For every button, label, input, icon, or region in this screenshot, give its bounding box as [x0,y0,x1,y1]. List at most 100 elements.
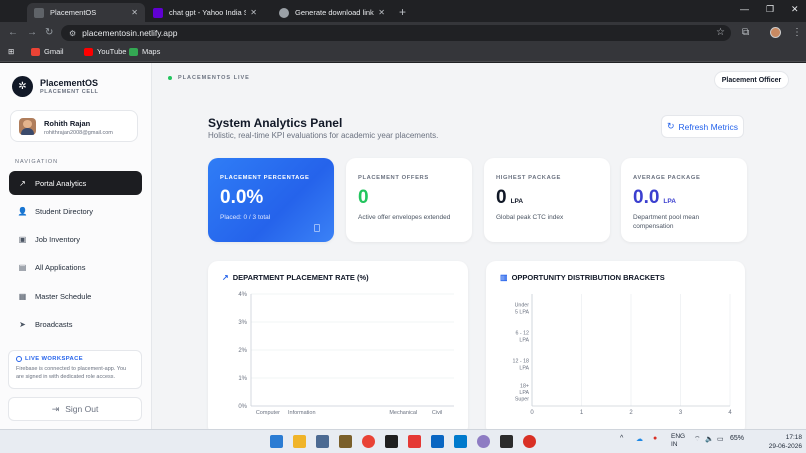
sidebar-item-portal-analytics[interactable]: ↗ Portal Analytics [9,171,142,195]
app-icon[interactable] [500,435,513,448]
youtube-icon [84,47,93,56]
y-tick-label: LPA [519,390,529,396]
y-tick-label: 1% [238,376,247,382]
tab-generate-link[interactable]: Generate download link ✕ [272,3,392,22]
gmail-icon [31,47,40,56]
sidebar-item-broadcasts[interactable]: ➤ Broadcasts [9,312,142,336]
sidebar-item-all-applications[interactable]: ▤ All Applications [9,255,142,279]
wps-icon[interactable] [408,435,421,448]
refresh-metrics-button[interactable]: ↻ Refresh Metrics [661,115,744,138]
user-card[interactable]: Rohith Rajan rohithrajan2008@gmail.com [10,110,138,142]
sidebar-item-job-inventory[interactable]: ▣ Job Inventory [9,227,142,251]
globe-icon [34,7,44,18]
profile-avatar[interactable] [770,27,781,38]
battery-percent: 65% [730,435,745,442]
os-taskbar: ^ ☁ ● ENG IN ⌔ 🔈 ▭ 65% 17:18 29-06-2026 [0,429,806,453]
minimize-icon[interactable]: — [740,4,749,14]
bookmark-maps[interactable]: Maps [129,47,160,56]
tab-label: PlacementOS [50,8,97,17]
file-explorer-icon[interactable] [293,435,306,448]
chevron-up-icon[interactable]: ^ [620,435,623,442]
onedrive-icon[interactable]: ☁ [636,435,643,443]
windows-start-icon[interactable] [270,435,283,448]
avatar [19,118,36,135]
browser-tab-bar: PlacementOS ✕ chat gpt - Yahoo India Sea… [0,0,806,22]
stat-label: HIGHEST PACKAGE [496,175,561,181]
workspace-title: LIVE WORKSPACE [25,356,83,362]
tab-label: Generate download link [295,8,374,17]
y-tick-label: 4% [238,292,247,298]
battery-icon[interactable]: ▭ [717,435,724,443]
wifi-icon[interactable]: ⌔ [694,435,701,444]
extensions-icon[interactable]: ⧉ [742,27,749,38]
lang-region: IN [671,441,678,448]
bookmarks-bar: ⊞ Gmail YouTube Maps [0,44,806,62]
back-icon[interactable]: ← [8,27,18,38]
briefcase-icon: ▣ [18,234,27,244]
close-icon[interactable]: ✕ [131,8,138,17]
apps-grid-icon[interactable]: ⊞ [8,47,14,56]
x-tick-label: Computer [256,410,280,416]
stat-unit: LPA [663,198,676,205]
close-window-icon[interactable]: ✕ [791,4,799,15]
word-icon[interactable] [339,435,352,448]
linkedin-icon[interactable] [431,435,444,448]
new-tab-icon[interactable]: + [399,5,406,19]
close-icon[interactable]: ✕ [250,8,257,17]
forward-icon[interactable]: → [27,27,37,38]
y-tick-label: 18+ [520,383,529,389]
globe-icon [279,7,289,18]
sticky-notes-icon[interactable] [385,435,398,448]
language-indicator[interactable]: ENG IN [671,433,685,449]
url-bar[interactable]: ⚙ placementosin.netlify.app [61,25,731,41]
trend-icon: ↗ [19,178,26,188]
stat-card-average-package: AVERAGE PACKAGE 0.0 LPA Department pool m… [621,158,747,242]
sidebar-item-student-directory[interactable]: 👤 Student Directory [9,199,142,223]
sidebar-item-label: All Applications [35,262,86,272]
stat-label: PLACEMENT OFFERS [358,175,429,181]
y-tick-label: 3% [238,320,247,326]
stat-label: PLACEMENT PERCENTAGE [220,175,310,181]
close-icon[interactable]: ✕ [378,8,385,17]
chrome-icon[interactable] [523,435,536,448]
tab-placementos[interactable]: PlacementOS ✕ [27,3,145,22]
bookmark-label: YouTube [97,47,127,56]
reload-icon[interactable]: ↻ [45,27,53,38]
clock-time: 17:18 [785,434,802,441]
stat-value: 0.0 [633,187,660,208]
menu-icon[interactable]: ⋮ [792,27,802,38]
bookmark-youtube[interactable]: YouTube [84,47,126,56]
bookmark-star-icon[interactable]: ☆ [716,27,725,38]
stat-value-row: 0 [358,187,460,209]
clock[interactable]: 17:18 29-06-2026 [756,433,802,451]
nav-heading: NAVIGATION [15,159,59,165]
stat-card-placement-offers: PLACEMENT OFFERS 0 Active offer envelope… [346,158,472,242]
stat-unit: LPA [510,198,524,205]
sidebar-item-master-schedule[interactable]: ▦ Master Schedule [9,284,142,308]
x-tick-label: 0 [530,410,534,416]
sign-out-button[interactable]: ⇥ Sign Out [8,397,142,421]
sidebar-item-label: Student Directory [35,206,93,216]
yahoo-icon [153,7,163,18]
chrome-icon[interactable] [362,435,375,448]
copilot-icon[interactable] [477,435,490,448]
stat-value-row: 0 LPA [496,187,598,209]
clipboard-icon [314,224,320,232]
bookmark-gmail[interactable]: Gmail [31,47,64,56]
x-tick-label: 3 [679,410,683,416]
page-subtitle: Holistic, real-time KPI evaluations for … [208,131,439,140]
restore-icon[interactable]: ❐ [766,4,774,15]
chrome-tray-icon[interactable]: ● [653,435,657,442]
volume-icon[interactable]: 🔈 [705,435,714,443]
bookmark-label: Gmail [44,47,64,56]
x-tick-label: Civil [432,410,442,416]
vscode-icon[interactable] [454,435,467,448]
sign-out-label: Sign Out [65,404,99,414]
tab-yahoo-search[interactable]: chat gpt - Yahoo India Search R ✕ [146,3,264,22]
calculator-icon[interactable] [316,435,329,448]
site-info-icon[interactable]: ⚙ [69,29,76,38]
stat-card-highest-package: HIGHEST PACKAGE 0 LPA Global peak CTC ind… [484,158,610,242]
role-badge[interactable]: Placement Officer [714,71,789,89]
stat-value-row: 0.0 LPA [633,187,735,209]
stat-card-placement-percentage: PLACEMENT PERCENTAGE 0.0% Placed: 0 / 3 … [208,158,334,242]
